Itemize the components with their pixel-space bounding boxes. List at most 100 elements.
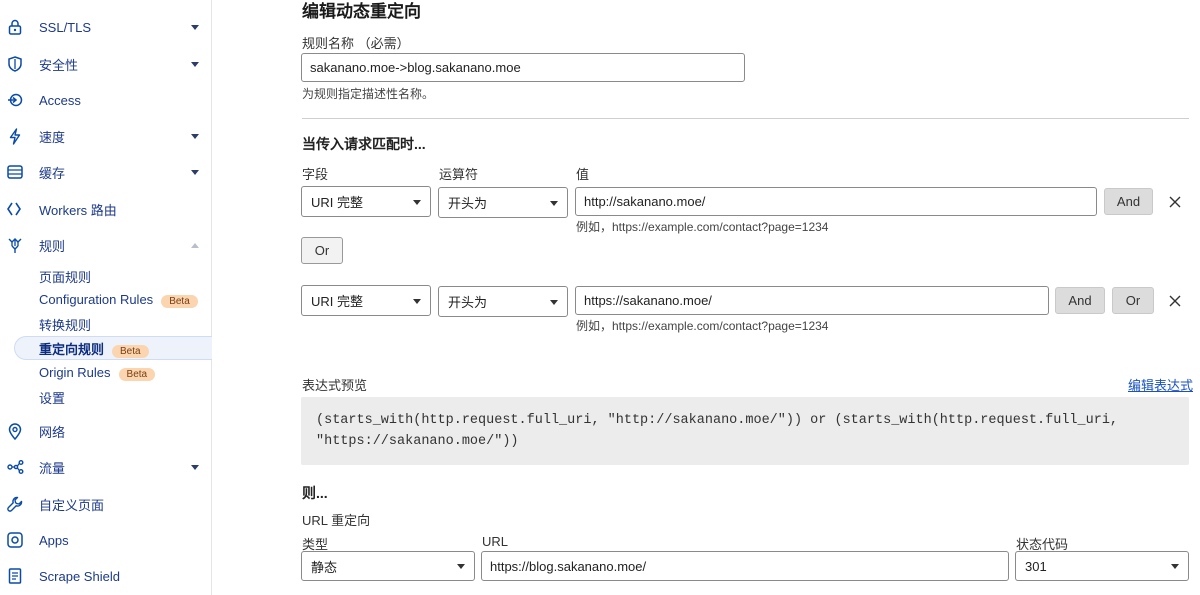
sidebar-subitem-label: 重定向规则 (39, 341, 105, 357)
sidebar-item-label: Access (39, 92, 81, 108)
select-value: 静态 (311, 559, 338, 575)
sidebar-item-label: 安全性 (39, 57, 79, 73)
select-value: 301 (1025, 558, 1047, 574)
sidebar-subitem-origin-rules[interactable]: Origin Rules Beta (0, 361, 211, 385)
expression-preview-label: 表达式预览 (302, 378, 368, 393)
condition-field-select[interactable]: URI 完整 (301, 285, 431, 316)
sidebar-item-scrape-shield[interactable]: Scrape Shield (0, 562, 211, 590)
sidebar-item-apps[interactable]: Apps (0, 526, 211, 554)
select-value: URI 完整 (311, 294, 364, 309)
chevron-down-icon (191, 464, 199, 470)
sidebar-subitem-settings[interactable]: 设置 (0, 385, 211, 409)
sidebar-subitem-label-wrap: Origin Rules Beta (39, 365, 156, 381)
sidebar-item-traffic[interactable]: 流量 (0, 453, 211, 481)
condition-operator-select[interactable]: 开头为 (438, 187, 568, 218)
chevron-down-icon (457, 564, 465, 569)
condition-operator-select[interactable]: 开头为 (438, 286, 568, 317)
sidebar-item-label: 流量 (39, 460, 66, 476)
sidebar-item-access[interactable]: Access (0, 86, 211, 114)
redirect-url-input[interactable] (481, 551, 1009, 581)
select-value: 开头为 (448, 295, 488, 310)
sidebar-subitem-redirect-rules[interactable]: 重定向规则 Beta (14, 336, 212, 360)
operator-column-label: 运算符 (439, 167, 479, 182)
when-heading: 当传入请求匹配时... (302, 136, 426, 152)
sidebar-item-speed[interactable]: 速度 (0, 122, 211, 150)
rules-icon (6, 236, 24, 254)
rule-name-input[interactable] (301, 53, 745, 82)
chevron-down-icon (413, 200, 421, 205)
beta-badge: Beta (161, 295, 198, 308)
apps-icon (6, 531, 24, 549)
sidebar-item-security[interactable]: 安全性 (0, 50, 211, 78)
divider (302, 118, 1189, 119)
sidebar-subitem-label-wrap: 重定向规则 Beta (39, 339, 149, 358)
sidebar-item-label: 缓存 (39, 165, 66, 181)
select-value: 开头为 (448, 196, 488, 211)
sidebar-subitem-label: Origin Rules (39, 365, 111, 380)
sidebar-item-label: Apps (39, 532, 69, 548)
chevron-up-icon (191, 242, 199, 248)
sidebar-subitem-label: 页面规则 (39, 269, 92, 285)
sidebar: SSL/TLS 安全性 Access 速度 缓存 Workers 路由 规则 页… (0, 0, 212, 595)
select-value: URI 完整 (311, 195, 364, 210)
edit-expression-link[interactable]: 编辑表达式 (1128, 375, 1193, 394)
sidebar-subitem-configuration-rules[interactable]: Configuration Rules Beta (0, 288, 211, 312)
storage-icon (6, 163, 24, 181)
chevron-down-icon (550, 300, 558, 305)
condition-value-input[interactable] (575, 187, 1097, 216)
sidebar-item-label: Workers 路由 (39, 202, 117, 218)
sidebar-item-label: Scrape Shield (39, 568, 120, 584)
sidebar-item-label: 网络 (39, 424, 66, 440)
chevron-down-icon (1171, 564, 1179, 569)
shield-icon (6, 55, 24, 73)
lightning-icon (6, 127, 24, 145)
sidebar-item-label: SSL/TLS (39, 19, 92, 35)
chevron-down-icon (191, 169, 199, 175)
value-column-label: 值 (576, 167, 590, 182)
expression-line: "https://sakanano.moe/")) (316, 434, 519, 449)
condition-field-select[interactable]: URI 完整 (301, 186, 431, 217)
lock-icon (6, 18, 24, 36)
wrench-icon (6, 495, 24, 513)
location-pin-icon (6, 422, 24, 440)
condition-value-hint: 例如，https://example.com/contact?page=1234 (576, 220, 829, 234)
sidebar-subitem-page-rules[interactable]: 页面规则 (0, 264, 211, 288)
sidebar-item-label: 速度 (39, 129, 66, 145)
sidebar-item-cache[interactable]: 缓存 (0, 158, 211, 186)
redirect-type-select[interactable]: 静态 (301, 551, 475, 581)
sidebar-subitem-label: 转换规则 (39, 317, 92, 333)
and-button[interactable]: And (1055, 287, 1105, 314)
sidebar-subitem-transform-rules[interactable]: 转换规则 (0, 312, 211, 336)
main-content: 编辑动态重定向 规则名称 （必需） 为规则指定描述性名称。 当传入请求匹配时..… (212, 0, 1200, 595)
close-icon[interactable] (1168, 195, 1182, 209)
or-button[interactable]: Or (1112, 287, 1154, 314)
sidebar-item-workers-routes[interactable]: Workers 路由 (0, 195, 211, 223)
beta-badge: Beta (112, 344, 149, 358)
chevron-down-icon (550, 201, 558, 206)
sidebar-subitem-label: 设置 (39, 390, 66, 406)
workers-icon (6, 200, 24, 218)
traffic-icon (6, 458, 24, 476)
chevron-down-icon (191, 133, 199, 139)
condition-value-hint: 例如，https://example.com/contact?page=1234 (576, 319, 829, 333)
sidebar-item-custom-pages[interactable]: 自定义页面 (0, 490, 211, 518)
sidebar-item-network[interactable]: 网络 (0, 417, 211, 445)
or-button[interactable]: Or (301, 237, 343, 264)
close-icon[interactable] (1168, 294, 1182, 308)
rule-name-hint: 为规则指定描述性名称。 (302, 87, 435, 101)
status-code-select[interactable]: 301 (1015, 551, 1189, 581)
sidebar-item-rules[interactable]: 规则 (0, 231, 211, 259)
page-title: 编辑动态重定向 (302, 2, 421, 21)
sidebar-subitem-label: Configuration Rules (39, 292, 154, 307)
field-column-label: 字段 (302, 167, 329, 182)
and-button[interactable]: And (1104, 188, 1153, 215)
access-icon (6, 91, 24, 109)
beta-badge: Beta (118, 368, 156, 381)
condition-value-input[interactable] (575, 286, 1049, 315)
rule-name-label: 规则名称 （必需） (302, 36, 410, 51)
expression-preview: (starts_with(http.request.full_uri, "htt… (301, 397, 1189, 465)
sidebar-subitem-label-wrap: Configuration Rules Beta (39, 292, 198, 308)
document-icon (6, 567, 24, 585)
redirect-type-heading: URL 重定向 (302, 513, 371, 528)
sidebar-item-ssl-tls[interactable]: SSL/TLS (0, 13, 211, 41)
